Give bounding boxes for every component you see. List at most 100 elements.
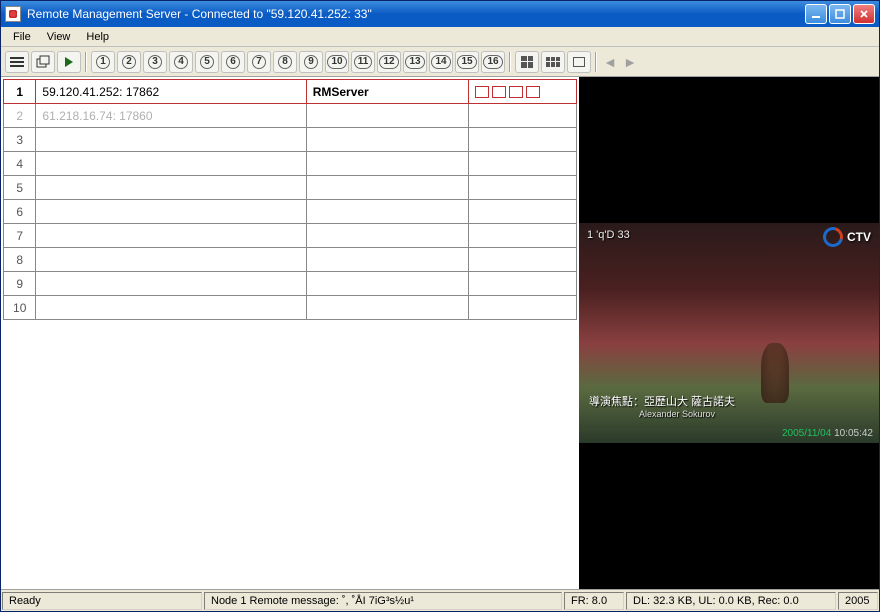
indicator-box[interactable] [492, 86, 506, 98]
channel-button-3[interactable]: 3 [143, 51, 167, 73]
subtitle-cjk: 導演焦點：亞歷山大 薩古諾夫 [589, 396, 735, 408]
minimize-button[interactable] [805, 4, 827, 24]
channel-button-14[interactable]: 14 [429, 51, 453, 73]
row-name [306, 200, 468, 224]
status-message: Node 1 Remote message: ˚, ˚ÅI 7iG³s½u¹ [204, 592, 562, 610]
row-address [36, 152, 306, 176]
indicator-box[interactable] [509, 86, 523, 98]
video-timestamp: 2005/11/04 10:05:42 [782, 428, 873, 439]
table-row[interactable]: 261.218.16.74: 17860 [4, 104, 577, 128]
channel-button-6[interactable]: 6 [221, 51, 245, 73]
table-row[interactable]: 159.120.41.252: 17862RMServer [4, 80, 577, 104]
channel-button-9[interactable]: 9 [299, 51, 323, 73]
row-indicators [468, 104, 576, 128]
row-number: 9 [4, 272, 36, 296]
row-address [36, 200, 306, 224]
row-indicators [468, 152, 576, 176]
channel-button-1[interactable]: 1 [91, 51, 115, 73]
window-title: Remote Management Server - Connected to … [27, 7, 805, 21]
channel-button-10[interactable]: 10 [325, 51, 349, 73]
layers-icon[interactable] [31, 51, 55, 73]
table-row[interactable]: 8 [4, 248, 577, 272]
row-address [36, 296, 306, 320]
app-window: Remote Management Server - Connected to … [0, 0, 880, 612]
table-row[interactable]: 7 [4, 224, 577, 248]
row-number: 5 [4, 176, 36, 200]
channel-button-13[interactable]: 13 [403, 51, 427, 73]
row-indicators [468, 296, 576, 320]
indicator-box[interactable] [526, 86, 540, 98]
video-subtitle: 導演焦點：亞歷山大 薩古諾夫 Alexander Sokurov [589, 393, 735, 419]
maximize-button[interactable] [829, 4, 851, 24]
title-bar[interactable]: Remote Management Server - Connected to … [1, 1, 879, 27]
grid-2x2-icon[interactable] [515, 51, 539, 73]
timestamp-time: 10:05:42 [834, 428, 873, 439]
row-indicators [468, 248, 576, 272]
channel-button-8[interactable]: 8 [273, 51, 297, 73]
channel-button-7[interactable]: 7 [247, 51, 271, 73]
row-number: 4 [4, 152, 36, 176]
next-arrow-icon[interactable]: ► [621, 53, 639, 71]
grid-3x2-icon[interactable] [541, 51, 565, 73]
row-address: 61.218.16.74: 17860 [36, 104, 306, 128]
play-icon[interactable] [57, 51, 81, 73]
row-name [306, 104, 468, 128]
row-indicators [468, 224, 576, 248]
row-indicators [468, 272, 576, 296]
channel-button-5[interactable]: 5 [195, 51, 219, 73]
row-indicators [468, 80, 576, 104]
table-row[interactable]: 10 [4, 296, 577, 320]
subtitle-eng: Alexander Sokurov [639, 409, 735, 419]
row-number: 7 [4, 224, 36, 248]
menu-file[interactable]: File [5, 29, 39, 45]
connection-table: 159.120.41.252: 17862RMServer261.218.16.… [3, 79, 577, 320]
single-view-icon[interactable] [567, 51, 591, 73]
channel-button-15[interactable]: 15 [455, 51, 479, 73]
table-row[interactable]: 6 [4, 200, 577, 224]
status-bar: Ready Node 1 Remote message: ˚, ˚ÅI 7iG³… [1, 589, 879, 611]
close-button[interactable] [853, 4, 875, 24]
video-preview[interactable]: 1 'q'D 33 CTV 導演焦點：亞歷山大 薩古諾夫 Alexander S… [579, 223, 879, 443]
channel-button-16[interactable]: 16 [481, 51, 505, 73]
row-name [306, 272, 468, 296]
channel-button-11[interactable]: 11 [351, 51, 375, 73]
video-figure [761, 343, 789, 403]
row-number: 1 [4, 80, 36, 104]
status-frame-rate: FR: 8.0 [564, 592, 624, 610]
row-number: 6 [4, 200, 36, 224]
row-indicators [468, 200, 576, 224]
channel-button-12[interactable]: 12 [377, 51, 401, 73]
table-row[interactable]: 4 [4, 152, 577, 176]
row-address: 59.120.41.252: 17862 [36, 80, 306, 104]
channel-button-2[interactable]: 2 [117, 51, 141, 73]
row-name [306, 176, 468, 200]
list-view-icon[interactable] [5, 51, 29, 73]
row-address [36, 224, 306, 248]
row-address [36, 128, 306, 152]
row-address [36, 176, 306, 200]
row-indicators [468, 176, 576, 200]
table-row[interactable]: 9 [4, 272, 577, 296]
menu-view[interactable]: View [39, 29, 79, 45]
row-name [306, 152, 468, 176]
menu-bar: File View Help [1, 27, 879, 47]
row-indicators [468, 128, 576, 152]
table-row[interactable]: 5 [4, 176, 577, 200]
row-name: RMServer [306, 80, 468, 104]
indicator-box[interactable] [475, 86, 489, 98]
timestamp-date: 2005/11/04 [782, 428, 831, 439]
row-number: 8 [4, 248, 36, 272]
row-address [36, 248, 306, 272]
menu-help[interactable]: Help [78, 29, 117, 45]
row-name [306, 296, 468, 320]
video-logo: CTV [823, 227, 871, 247]
row-number: 10 [4, 296, 36, 320]
row-number: 3 [4, 128, 36, 152]
row-name [306, 248, 468, 272]
toolbar: 12345678910111213141516 ◄ ► [1, 47, 879, 77]
channel-button-4[interactable]: 4 [169, 51, 193, 73]
status-year: 2005 [838, 592, 878, 610]
row-address [36, 272, 306, 296]
prev-arrow-icon[interactable]: ◄ [601, 53, 619, 71]
table-row[interactable]: 3 [4, 128, 577, 152]
